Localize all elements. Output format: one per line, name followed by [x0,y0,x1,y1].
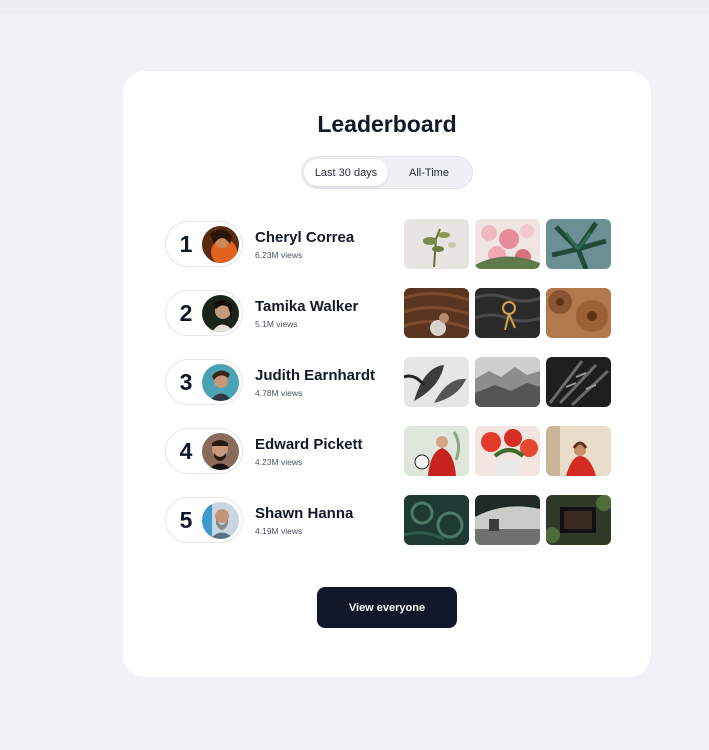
leaderboard-row[interactable]: 3 Judith Earnhardt 4.78M views [165,357,611,426]
thumbnail-strip [404,426,611,476]
post-thumbnail[interactable] [546,219,611,269]
leaderboard-row[interactable]: 1 Cheryl Correa 6.23M views [165,219,611,288]
post-thumbnail[interactable] [546,426,611,476]
leaderboard-card: Leaderboard Last 30 days All-Time 1 Cher… [123,71,651,677]
rank-number: 3 [179,369,193,395]
post-thumbnail[interactable] [404,288,469,338]
avatar [202,295,239,332]
post-thumbnail[interactable] [546,357,611,407]
post-thumbnail[interactable] [404,426,469,476]
page-title: Leaderboard [317,111,457,137]
post-thumbnail[interactable] [475,426,540,476]
tab-all-time[interactable]: All-Time [388,159,470,186]
period-toggle: Last 30 days All-Time [301,156,473,189]
rank-pill: 5 [165,497,243,543]
top-band [0,0,709,14]
view-count: 6.23M views [255,250,303,260]
avatar [202,502,239,539]
leaderboard-row[interactable]: 2 Tamika Walker 5.1M views [165,288,611,357]
user-name: Judith Earnhardt [255,367,376,384]
post-thumbnail[interactable] [404,495,469,545]
thumbnail-strip [404,495,611,545]
rank-number: 2 [179,300,193,326]
user-name: Tamika Walker [255,298,359,315]
avatar [202,364,239,401]
thumbnail-strip [404,288,611,338]
rank-number: 4 [179,438,193,464]
leaderboard-row[interactable]: 5 Shawn Hanna 4.19M views [165,495,611,564]
post-thumbnail[interactable] [475,288,540,338]
leaderboard-row[interactable]: 4 Edward Pickett 4.23M views [165,426,611,495]
user-name: Cheryl Correa [255,229,355,246]
thumbnail-strip [404,357,611,407]
post-thumbnail[interactable] [475,357,540,407]
post-thumbnail[interactable] [404,219,469,269]
avatar [202,226,239,263]
view-count: 4.19M views [255,526,303,536]
post-thumbnail[interactable] [546,288,611,338]
post-thumbnail[interactable] [475,495,540,545]
view-count: 5.1M views [255,319,298,329]
avatar [202,433,239,470]
rank-pill: 2 [165,290,243,336]
leaderboard-list: 1 Cheryl Correa 6.23M views 2 Tamika Wal… [165,219,611,564]
thumbnail-strip [404,219,611,269]
user-name: Shawn Hanna [255,505,354,522]
post-thumbnail[interactable] [475,219,540,269]
post-thumbnail[interactable] [546,495,611,545]
view-count: 4.23M views [255,457,303,467]
rank-pill: 4 [165,428,243,474]
post-thumbnail[interactable] [404,357,469,407]
view-count: 4.78M views [255,388,303,398]
rank-pill: 1 [165,221,243,267]
rank-number: 5 [179,507,193,533]
rank-pill: 3 [165,359,243,405]
tab-last-30-days[interactable]: Last 30 days [304,159,388,186]
rank-number: 1 [179,231,193,257]
user-name: Edward Pickett [255,436,363,453]
view-everyone-button[interactable]: View everyone [317,587,457,628]
